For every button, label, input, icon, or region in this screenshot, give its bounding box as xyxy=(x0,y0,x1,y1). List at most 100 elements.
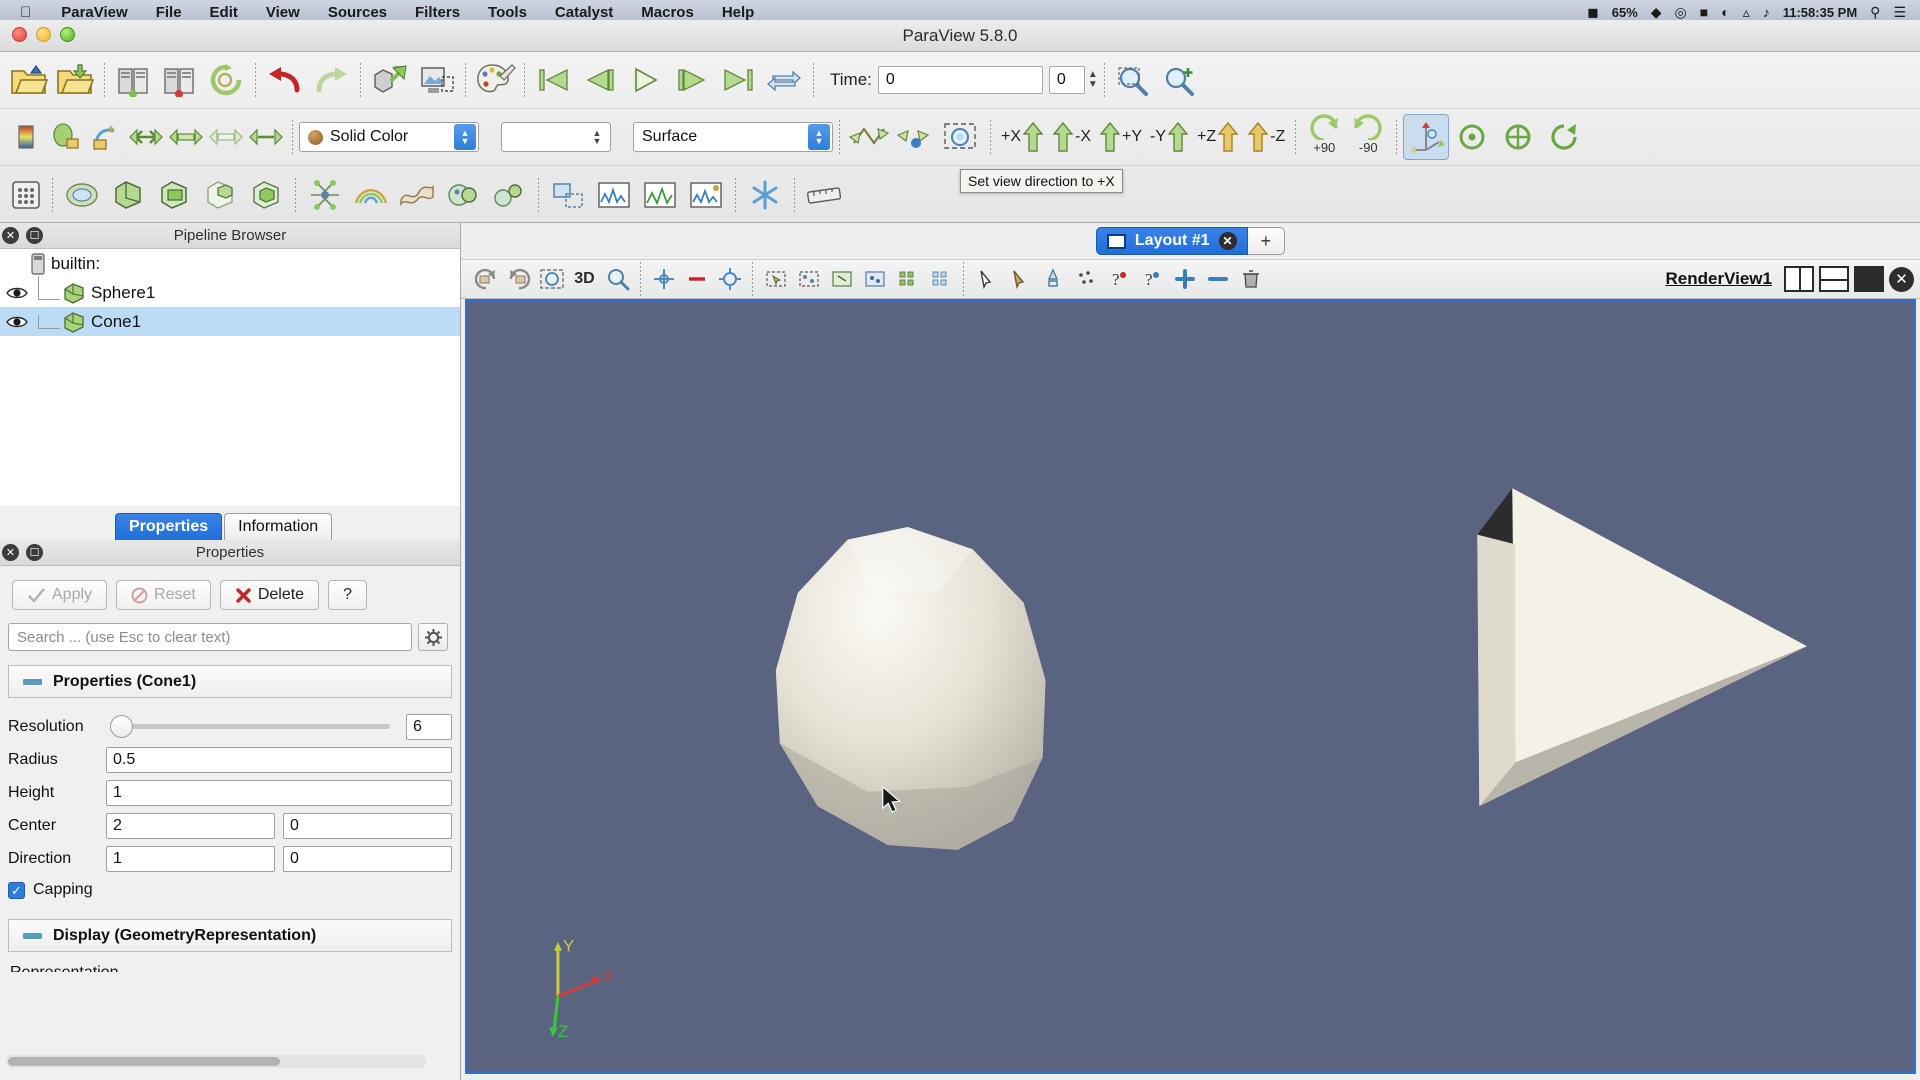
camera-undo-view-button[interactable] xyxy=(469,263,502,296)
camera-add-button[interactable] xyxy=(1157,57,1203,103)
properties-horizontal-scrollbar[interactable] xyxy=(6,1055,426,1068)
frame-input[interactable]: 0 xyxy=(1048,66,1085,94)
split-horizontal-button[interactable] xyxy=(1784,266,1814,292)
camera-zoom-button[interactable] xyxy=(1111,57,1157,103)
select-points-on-button[interactable] xyxy=(792,263,825,296)
select-block-button[interactable] xyxy=(891,263,924,296)
rotate-minus-90-button[interactable]: -90 xyxy=(1346,114,1390,160)
redo-button[interactable] xyxy=(308,57,354,103)
menu-item-help[interactable]: Help xyxy=(708,5,769,20)
hover-cells-button[interactable] xyxy=(970,263,1003,296)
pick-center-view-button[interactable] xyxy=(713,263,746,296)
visibility-toggle-cone1[interactable] xyxy=(4,315,30,329)
hide-center-button[interactable] xyxy=(680,263,713,296)
advanced-properties-button[interactable] xyxy=(418,623,448,651)
volume-icon[interactable]: ♪ xyxy=(1763,5,1770,20)
contour-button[interactable] xyxy=(348,172,394,218)
os-status-items[interactable]: ◼ 65% ◆ ◎ ■ ◐ ▵ ♪ 11:58:35 PM ⚲ ☰ xyxy=(1587,0,1920,21)
radius-input[interactable]: 0.5 xyxy=(106,746,452,773)
menu-item-view[interactable]: View xyxy=(252,5,314,20)
rescale-disabled-button[interactable] xyxy=(206,117,246,157)
show-center-button[interactable] xyxy=(647,263,680,296)
rescale-range-button[interactable] xyxy=(246,117,286,157)
previous-frame-button[interactable] xyxy=(577,57,623,103)
component-combo[interactable]: ▲ ▼ xyxy=(501,122,611,152)
connect-server-button[interactable] xyxy=(111,57,157,103)
menu-item-catalyst[interactable]: Catalyst xyxy=(541,5,627,20)
bluetooth-icon[interactable]: ▵ xyxy=(1743,5,1750,20)
reset-camera-view-button[interactable] xyxy=(535,263,568,296)
properties-dock-buttons[interactable]: ✕ ☐ xyxy=(2,544,43,561)
apple-logo-icon[interactable]:  xyxy=(0,5,47,20)
window-controls[interactable] xyxy=(12,27,75,42)
center-x-input[interactable]: 2 xyxy=(106,812,275,839)
recent-files-button[interactable] xyxy=(52,57,98,103)
control-center-icon[interactable]: ☰ xyxy=(1893,5,1906,20)
glyph-button[interactable] xyxy=(243,172,289,218)
render-view-name[interactable]: RenderView1 xyxy=(1666,269,1772,289)
rescale-to-data-button[interactable] xyxy=(46,117,86,157)
properties-float-icon[interactable]: ☐ xyxy=(26,544,43,561)
set-view-minus-x-button[interactable]: -X xyxy=(1048,114,1095,160)
close-view-button[interactable]: ✕ xyxy=(1889,266,1914,292)
frame-stepper[interactable]: ▲ ▼ xyxy=(1088,70,1098,90)
direction-y-input[interactable]: 0 xyxy=(283,845,452,872)
edit-color-map-button[interactable] xyxy=(472,57,518,103)
add-layout-button[interactable]: + xyxy=(1247,227,1286,255)
save-screenshot-button[interactable] xyxy=(413,57,459,103)
color-legend-button[interactable] xyxy=(6,117,46,157)
reset-center-button[interactable] xyxy=(1495,114,1541,160)
extract-subset-button[interactable] xyxy=(197,172,243,218)
properties-cone1-section[interactable]: Properties (Cone1) xyxy=(8,665,452,698)
last-filter-button[interactable] xyxy=(545,172,591,218)
pipeline-browser[interactable]: builtin: Sphere1 Cone1 xyxy=(0,249,460,506)
toggle-3d-button[interactable]: 3D xyxy=(568,263,601,296)
help-button[interactable]: ? xyxy=(328,580,367,610)
zoom-to-box-button[interactable] xyxy=(601,263,634,296)
first-frame-button[interactable] xyxy=(531,57,577,103)
menu-item-sources[interactable]: Sources xyxy=(314,5,401,20)
pipeline-item-sphere1[interactable]: Sphere1 xyxy=(0,275,460,307)
set-view-plus-y-button[interactable]: +Y xyxy=(1095,114,1146,160)
representation-dropdown-arrow-icon[interactable]: ▲ ▼ xyxy=(808,124,830,150)
battery-icon[interactable]: ■ xyxy=(1700,5,1708,20)
render-viewport[interactable]: Y X Z xyxy=(465,299,1916,1074)
apply-button[interactable]: Apply xyxy=(12,580,108,610)
camera-undo-button[interactable] xyxy=(846,114,892,160)
ruler-button[interactable] xyxy=(801,172,847,218)
set-view-plus-z-button[interactable]: +Z xyxy=(1193,114,1243,160)
find-data-button[interactable]: ? xyxy=(1102,263,1135,296)
rescale-visible-button[interactable] xyxy=(126,117,166,157)
undo-button[interactable] xyxy=(262,57,308,103)
split-vertical-button[interactable] xyxy=(1819,266,1849,292)
extract-selection-button[interactable] xyxy=(367,57,413,103)
usb-icon[interactable]: ◎ xyxy=(1675,5,1687,20)
custom-select-button[interactable] xyxy=(1036,263,1069,296)
interactive-select-cells-button[interactable] xyxy=(924,263,957,296)
menu-item-edit[interactable]: Edit xyxy=(196,5,252,20)
tab-properties[interactable]: Properties xyxy=(115,513,223,540)
3d-scene[interactable]: Y X Z xyxy=(468,302,1913,1071)
minimize-window-button[interactable] xyxy=(36,27,51,42)
height-input[interactable]: 1 xyxy=(106,779,452,806)
maximize-view-button[interactable] xyxy=(1854,266,1884,292)
rescale-temporal-button[interactable] xyxy=(166,117,206,157)
wifi-icon[interactable]: ◐ xyxy=(1721,5,1729,20)
center-axes-visibility-button[interactable] xyxy=(1403,114,1450,160)
menu-item-filters[interactable]: Filters xyxy=(401,5,474,20)
center-y-input[interactable]: 0 xyxy=(283,812,452,839)
search-input[interactable]: Search ... (use Esc to clear text) xyxy=(8,623,412,651)
layout-tab-1[interactable]: Layout #1 ✕ xyxy=(1095,227,1248,255)
pipeline-float-icon[interactable]: ☐ xyxy=(26,227,43,244)
stream-tracer-button[interactable] xyxy=(302,172,348,218)
layout-close-icon[interactable]: ✕ xyxy=(1218,232,1237,250)
plot-selection-button[interactable] xyxy=(637,172,683,218)
calculator-button[interactable] xyxy=(742,172,788,218)
os-menubar[interactable]:  ParaView File Edit View Sources Filter… xyxy=(0,0,1920,20)
clock-label[interactable]: 11:58:35 PM xyxy=(1783,5,1857,20)
pick-center-button[interactable] xyxy=(1449,114,1495,160)
display-section[interactable]: Display (GeometryRepresentation) xyxy=(8,919,452,952)
tab-information[interactable]: Information xyxy=(224,513,333,540)
screen-record-icon[interactable]: ◼ xyxy=(1587,5,1599,20)
add-selection-button[interactable] xyxy=(1168,263,1201,296)
